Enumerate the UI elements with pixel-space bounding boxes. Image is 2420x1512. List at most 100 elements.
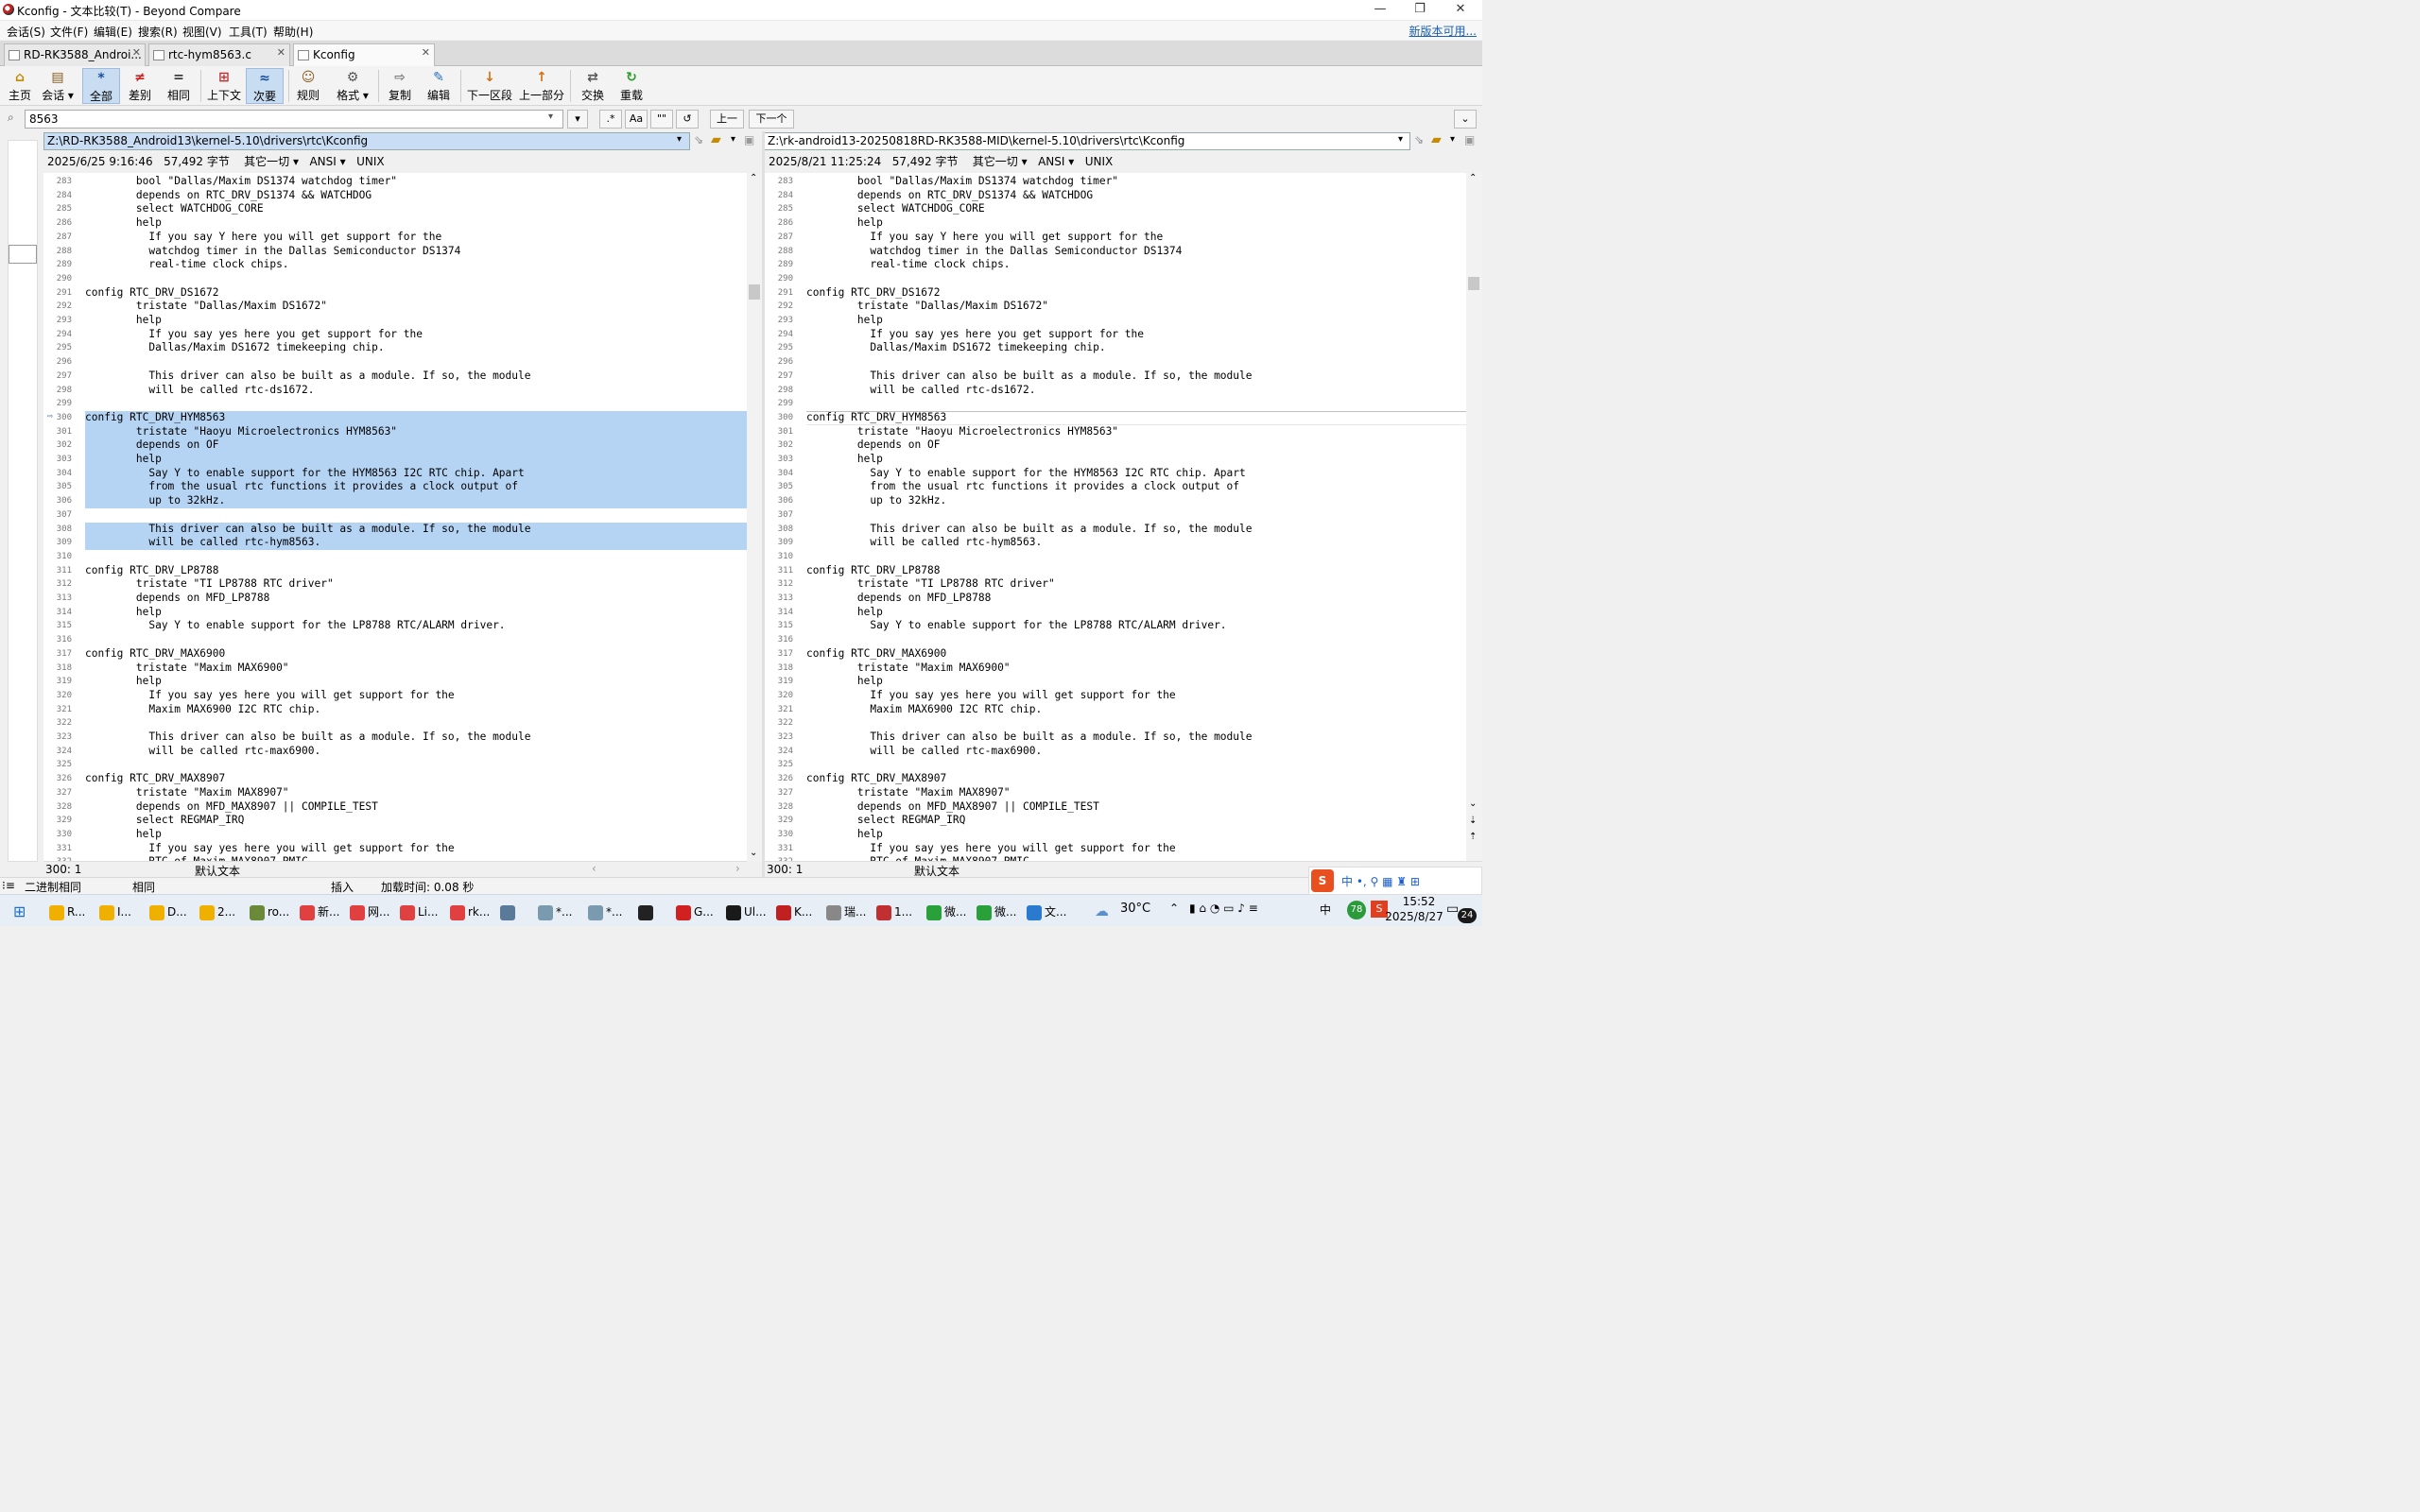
code-line[interactable]: 325 <box>765 758 1466 772</box>
reload-button[interactable]: ↻ 重载 <box>615 68 648 104</box>
taskbar-app[interactable] <box>638 901 656 923</box>
taskbar-app[interactable]: 瑞... <box>826 901 866 923</box>
show-same-button[interactable]: = 相同 <box>162 68 196 104</box>
menu-session[interactable]: 会话(S) <box>7 24 45 40</box>
chevron-right-icon[interactable]: › <box>735 862 740 875</box>
code-line[interactable]: 309 will be called rtc-hym8563. <box>765 536 1466 550</box>
taskbar-app[interactable]: 1... <box>876 901 912 923</box>
chevron-up-icon[interactable]: ⌃ <box>750 173 757 183</box>
taskbar-app[interactable]: D... <box>149 901 187 923</box>
code-line[interactable]: 331 If you say yes here you will get sup… <box>765 842 1466 856</box>
reset-search-button[interactable]: ↺ <box>676 110 699 129</box>
code-line[interactable]: 315 Say Y to enable support for the LP87… <box>43 619 747 633</box>
menu-tools[interactable]: 工具(T) <box>229 24 268 40</box>
code-line[interactable]: 321 Maxim MAX6900 I2C RTC chip. <box>765 703 1466 717</box>
chevron-down-icon[interactable]: ⌄ <box>750 848 757 858</box>
code-line[interactable]: 286 help <box>765 216 1466 231</box>
right-path-field[interactable]: Z:\rk-android13-20250818RD-RK3588-MID\ke… <box>764 132 1410 150</box>
code-line[interactable]: 322 <box>43 716 747 730</box>
prev-diff-icon[interactable]: ⇡ <box>1469 832 1477 842</box>
case-toggle[interactable]: Aa <box>625 110 648 129</box>
chevron-down-icon[interactable]: ▾ <box>1450 134 1455 145</box>
code-line[interactable]: 298 will be called rtc-ds1672. <box>765 384 1466 398</box>
code-line[interactable]: 310 <box>43 550 747 564</box>
tray-icons[interactable]: ▮ ⌂ ◔ ▭ ♪ ≡ <box>1189 902 1258 915</box>
code-line[interactable]: 312 tristate "TI LP8788 RTC driver" <box>43 577 747 592</box>
code-line[interactable]: 327 tristate "Maxim MAX8907" <box>43 786 747 800</box>
ime-indicator[interactable]: 中 <box>1320 902 1331 918</box>
code-line[interactable]: 325 <box>43 758 747 772</box>
line-ending[interactable]: UNIX <box>1085 155 1114 168</box>
code-line[interactable]: 317 config RTC_DRV_MAX6900 <box>43 647 747 662</box>
regex-toggle[interactable]: .* <box>599 110 622 129</box>
next-diff-icon[interactable]: ⇣ <box>1469 816 1477 826</box>
code-line[interactable]: 295 Dallas/Maxim DS1672 timekeeping chip… <box>43 341 747 355</box>
code-line[interactable]: 316 <box>765 633 1466 647</box>
taskbar-app[interactable]: G... <box>676 901 714 923</box>
code-line[interactable]: 293 help <box>43 314 747 328</box>
search-options-dropdown[interactable]: ▾ <box>567 110 588 129</box>
code-line[interactable]: 290 <box>765 272 1466 286</box>
code-line[interactable]: 297 This driver can also be built as a m… <box>43 369 747 384</box>
clock-date[interactable]: 2025/8/27 <box>1376 910 1452 923</box>
code-line[interactable]: 318 tristate "Maxim MAX6900" <box>43 662 747 676</box>
chevron-down-icon[interactable]: ▾ <box>548 112 553 122</box>
chevron-up-icon[interactable]: ⌃ <box>1469 173 1477 183</box>
copy-button[interactable]: ⇨ 复制 <box>384 68 416 104</box>
code-line[interactable]: 293 help <box>765 314 1466 328</box>
code-line[interactable]: 312 tristate "TI LP8788 RTC driver" <box>765 577 1466 592</box>
overview-viewport[interactable] <box>9 245 37 264</box>
menu-search[interactable]: 搜索(R) <box>138 24 178 40</box>
taskbar-app[interactable]: 新... <box>300 901 339 923</box>
format-button[interactable]: ⚙ 格式 ▾ <box>331 68 374 104</box>
close-button[interactable]: ✕ <box>1441 0 1480 21</box>
taskbar-app[interactable]: Ul... <box>726 901 767 923</box>
code-line[interactable]: 330 help <box>765 828 1466 842</box>
taskbar-app[interactable]: 2... <box>199 901 235 923</box>
code-line[interactable]: 291 config RTC_DRV_DS1672 <box>765 286 1466 301</box>
code-line[interactable]: 301 tristate "Haoyu Microelectronics HYM… <box>765 425 1466 439</box>
code-line[interactable]: 288 watchdog timer in the Dallas Semicon… <box>765 245 1466 259</box>
code-line[interactable]: 305 from the usual rtc functions it prov… <box>765 480 1466 494</box>
code-line[interactable]: 315 Say Y to enable support for the LP87… <box>765 619 1466 633</box>
left-path-field[interactable]: Z:\RD-RK3588_Android13\kernel-5.10\drive… <box>43 132 690 150</box>
menu-view[interactable]: 视图(V) <box>182 24 222 40</box>
code-line[interactable]: 296 <box>43 355 747 369</box>
tab-rtc-hym8563[interactable]: rtc-hym8563.c ✕ <box>148 43 290 66</box>
rules-button[interactable]: ☺ 规则 <box>293 68 323 104</box>
taskbar-app[interactable]: 微... <box>977 901 1016 923</box>
new-version-link[interactable]: 新版本可用... <box>1409 23 1477 39</box>
code-line[interactable]: 318 tristate "Maxim MAX6900" <box>765 662 1466 676</box>
code-line[interactable]: 285 select WATCHDOG_CORE <box>765 202 1466 216</box>
code-line[interactable]: 294 If you say yes here you get support … <box>43 328 747 342</box>
next-section-button[interactable]: ↓ 下一区段 <box>467 68 512 104</box>
taskbar-app[interactable]: I... <box>99 901 131 923</box>
chevron-down-icon[interactable]: ▾ <box>1398 134 1403 145</box>
code-line[interactable]: 317 config RTC_DRV_MAX6900 <box>765 647 1466 662</box>
history-icon[interactable]: ⇘ <box>694 133 703 146</box>
code-line[interactable]: 302 depends on OF <box>765 438 1466 453</box>
code-line[interactable]: 303 help <box>765 453 1466 467</box>
whole-word-toggle[interactable]: "" <box>650 110 673 129</box>
code-line[interactable]: 306 up to 32kHz. <box>43 494 747 508</box>
code-line[interactable]: 326 config RTC_DRV_MAX8907 <box>43 772 747 786</box>
taskbar-app[interactable] <box>500 901 518 923</box>
taskbar-app[interactable]: *... <box>538 901 572 923</box>
ime-chinese-icon[interactable]: 中 •, ⚲ ▦ ♜ ⊞ <box>1341 873 1420 889</box>
code-line[interactable]: 304 Say Y to enable support for the HYM8… <box>765 467 1466 481</box>
code-line[interactable]: 286 help <box>43 216 747 231</box>
code-line[interactable]: 320 If you say yes here you will get sup… <box>765 689 1466 703</box>
code-line[interactable]: 305 from the usual rtc functions it prov… <box>43 480 747 495</box>
minor-button[interactable]: ≈ 次要 <box>246 68 284 104</box>
code-line[interactable]: 291 config RTC_DRV_DS1672 <box>43 286 747 301</box>
right-text-pane[interactable]: 283 bool "Dallas/Maxim DS1374 watchdog t… <box>765 173 1466 861</box>
code-line[interactable]: 300 config RTC_DRV_HYM8563 <box>43 410 747 425</box>
code-line[interactable]: 287 If you say Y here you will get suppo… <box>765 231 1466 245</box>
code-line[interactable]: 320 If you say yes here you will get sup… <box>43 689 747 703</box>
code-line[interactable]: 323 This driver can also be built as a m… <box>765 730 1466 745</box>
menu-help[interactable]: 帮助(H) <box>273 24 313 40</box>
taskbar-app[interactable]: 微... <box>926 901 966 923</box>
home-button[interactable]: ⌂ 主页 <box>4 68 36 104</box>
code-line[interactable]: 283 bool "Dallas/Maxim DS1374 watchdog t… <box>43 175 747 189</box>
weather-temp[interactable]: 30°C <box>1120 902 1150 916</box>
